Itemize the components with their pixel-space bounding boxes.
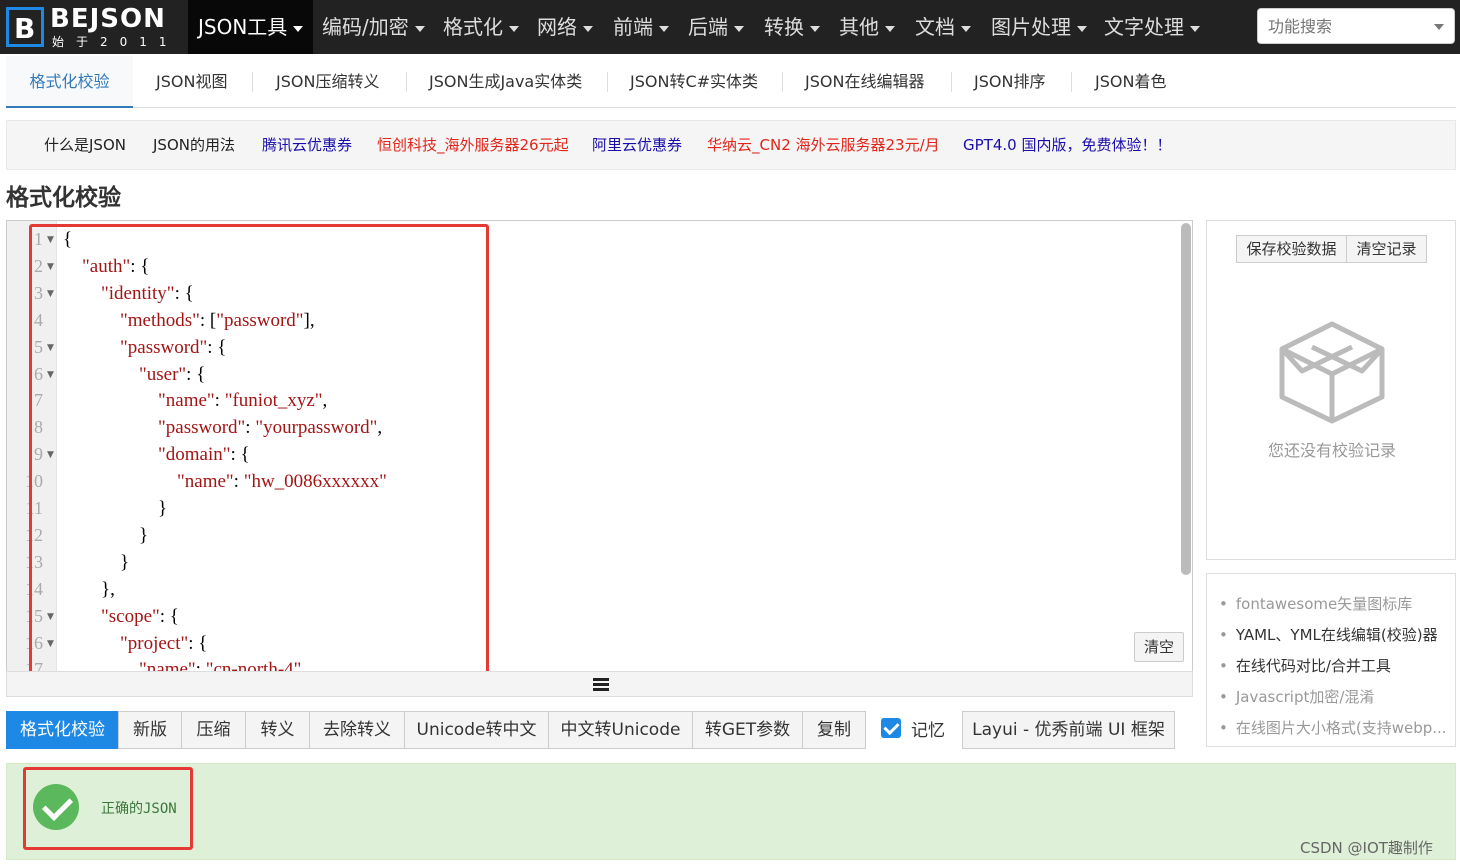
tab-divider [1071,72,1072,92]
function-search[interactable] [1257,8,1455,44]
chevron-down-icon [810,25,820,32]
clear-button[interactable]: 清空 [1134,632,1184,662]
list-item[interactable]: fontawesome矢量图标库 [1219,593,1412,614]
top-navbar: B BEJSON 始于2011 JSON工具 编码/加密 格式化 网络 前端 后… [0,0,1460,54]
logo-name: BEJSON [50,4,166,34]
chevron-down-icon [659,25,669,32]
nav-docs[interactable]: 文档 [905,0,981,54]
nav-other[interactable]: 其他 [829,0,905,54]
promo-link-bar: 什么是JSON JSON的用法 腾讯云优惠券 恒创科技_海外服务器26元起 阿里… [6,120,1456,170]
chevron-down-icon [885,25,895,32]
tab-divider [252,72,253,92]
chevron-down-icon [509,25,519,32]
logo[interactable]: B BEJSON 始于2011 [0,0,188,54]
chevron-down-icon [1077,25,1087,32]
chevron-down-icon [414,25,425,32]
highlight-box-result [23,767,193,850]
menu-icon [593,678,609,691]
highlight-box-editor [29,224,489,678]
empty-history-text: 您还没有校验记录 [1267,441,1396,460]
editor-resize-handle[interactable] [6,671,1193,697]
list-item[interactable]: Javascript加密/混淆 [1219,686,1375,707]
chevron-down-icon [1190,25,1200,32]
nav-text[interactable]: 文字处理 [1094,0,1210,54]
tab-divider [951,72,952,92]
tab-divider [607,72,608,92]
watermark: CSDN @IOT趣制作 [1300,839,1433,857]
tab-divider [782,72,783,92]
save-validate-data-button[interactable]: 保存校验数据 [1236,235,1347,263]
search-input[interactable] [1258,9,1428,43]
tab-json-editor[interactable]: JSON在线编辑器 [805,56,924,108]
tab-json-sort[interactable]: JSON排序 [974,56,1045,108]
nav-image[interactable]: 图片处理 [981,0,1097,54]
svg-text:B: B [14,12,35,45]
chevron-down-icon [293,25,304,32]
compress-button[interactable]: 压缩 [181,711,246,749]
new-version-button[interactable]: 新版 [118,711,182,749]
tab-format-validate[interactable]: 格式化校验 [6,56,133,108]
link-hengchuang[interactable]: 恒创科技_海外服务器26元起 [377,121,569,169]
chevron-down-icon [961,25,971,32]
link-gpt4[interactable]: GPT4.0 国内版，免费体验！！ [963,121,1171,169]
validation-result: 正确的JSON [6,763,1456,860]
chevron-down-icon [583,25,593,32]
chevron-down-icon[interactable] [1434,24,1444,30]
clear-history-button[interactable]: 清空记录 [1346,235,1427,263]
tab-json-color[interactable]: JSON着色 [1095,56,1166,108]
page-title: 格式化校验 [6,185,121,211]
chinese-to-unicode-button[interactable]: 中文转Unicode [548,711,693,749]
chevron-down-icon [734,25,744,32]
unicode-to-chinese-button[interactable]: Unicode转中文 [404,711,549,749]
editor-scrollbar[interactable] [1181,223,1191,575]
remember-label: 记忆 [911,721,945,741]
empty-box-icon [1279,321,1385,424]
list-item[interactable]: 在线代码对比/合并工具 [1219,655,1391,676]
link-what-is-json[interactable]: 什么是JSON [44,121,126,169]
link-tencent-coupon[interactable]: 腾讯云优惠券 [262,121,352,169]
tab-divider [406,72,407,92]
tool-tabs: 格式化校验 JSON视图 JSON压缩转义 JSON生成Java实体类 JSON… [6,56,1456,108]
layui-button[interactable]: Layui - 优秀前端 UI 框架 [962,711,1175,749]
list-item[interactable]: 在线图片大小格式(支持webp... [1219,717,1447,738]
tab-json-to-csharp[interactable]: JSON转C#实体类 [630,56,758,108]
remember-checkbox[interactable] [881,718,901,738]
to-get-params-button[interactable]: 转GET参数 [692,711,803,749]
tab-json-to-java[interactable]: JSON生成Java实体类 [429,56,582,108]
nav-encode[interactable]: 编码/加密 [312,0,435,54]
link-huanayun[interactable]: 华纳云_CN2 海外云服务器23元/月 [707,121,940,169]
copy-button[interactable]: 复制 [802,711,866,749]
nav-format[interactable]: 格式化 [433,0,529,54]
logo-sub: 始于2011 [52,35,179,49]
history-panel: 保存校验数据 清空记录 您还没有校验记录 [1206,220,1456,560]
list-item[interactable]: YAML、YML在线编辑(校验)器 [1219,624,1438,645]
nav-network[interactable]: 网络 [527,0,603,54]
nav-json-tools[interactable]: JSON工具 [188,0,314,54]
unescape-button[interactable]: 去除转义 [309,711,405,749]
escape-button[interactable]: 转义 [245,711,310,749]
format-validate-button[interactable]: 格式化校验 [6,711,119,749]
logo-icon: B [6,7,44,47]
related-tools-list: fontawesome矢量图标库 YAML、YML在线编辑(校验)器 在线代码对… [1206,573,1456,747]
link-json-usage[interactable]: JSON的用法 [153,121,235,169]
link-aliyun-coupon[interactable]: 阿里云优惠券 [592,121,682,169]
tab-json-compress[interactable]: JSON压缩转义 [276,56,379,108]
nav-backend[interactable]: 后端 [678,0,754,54]
tab-json-view[interactable]: JSON视图 [156,56,227,108]
nav-frontend[interactable]: 前端 [603,0,679,54]
nav-convert[interactable]: 转换 [754,0,830,54]
